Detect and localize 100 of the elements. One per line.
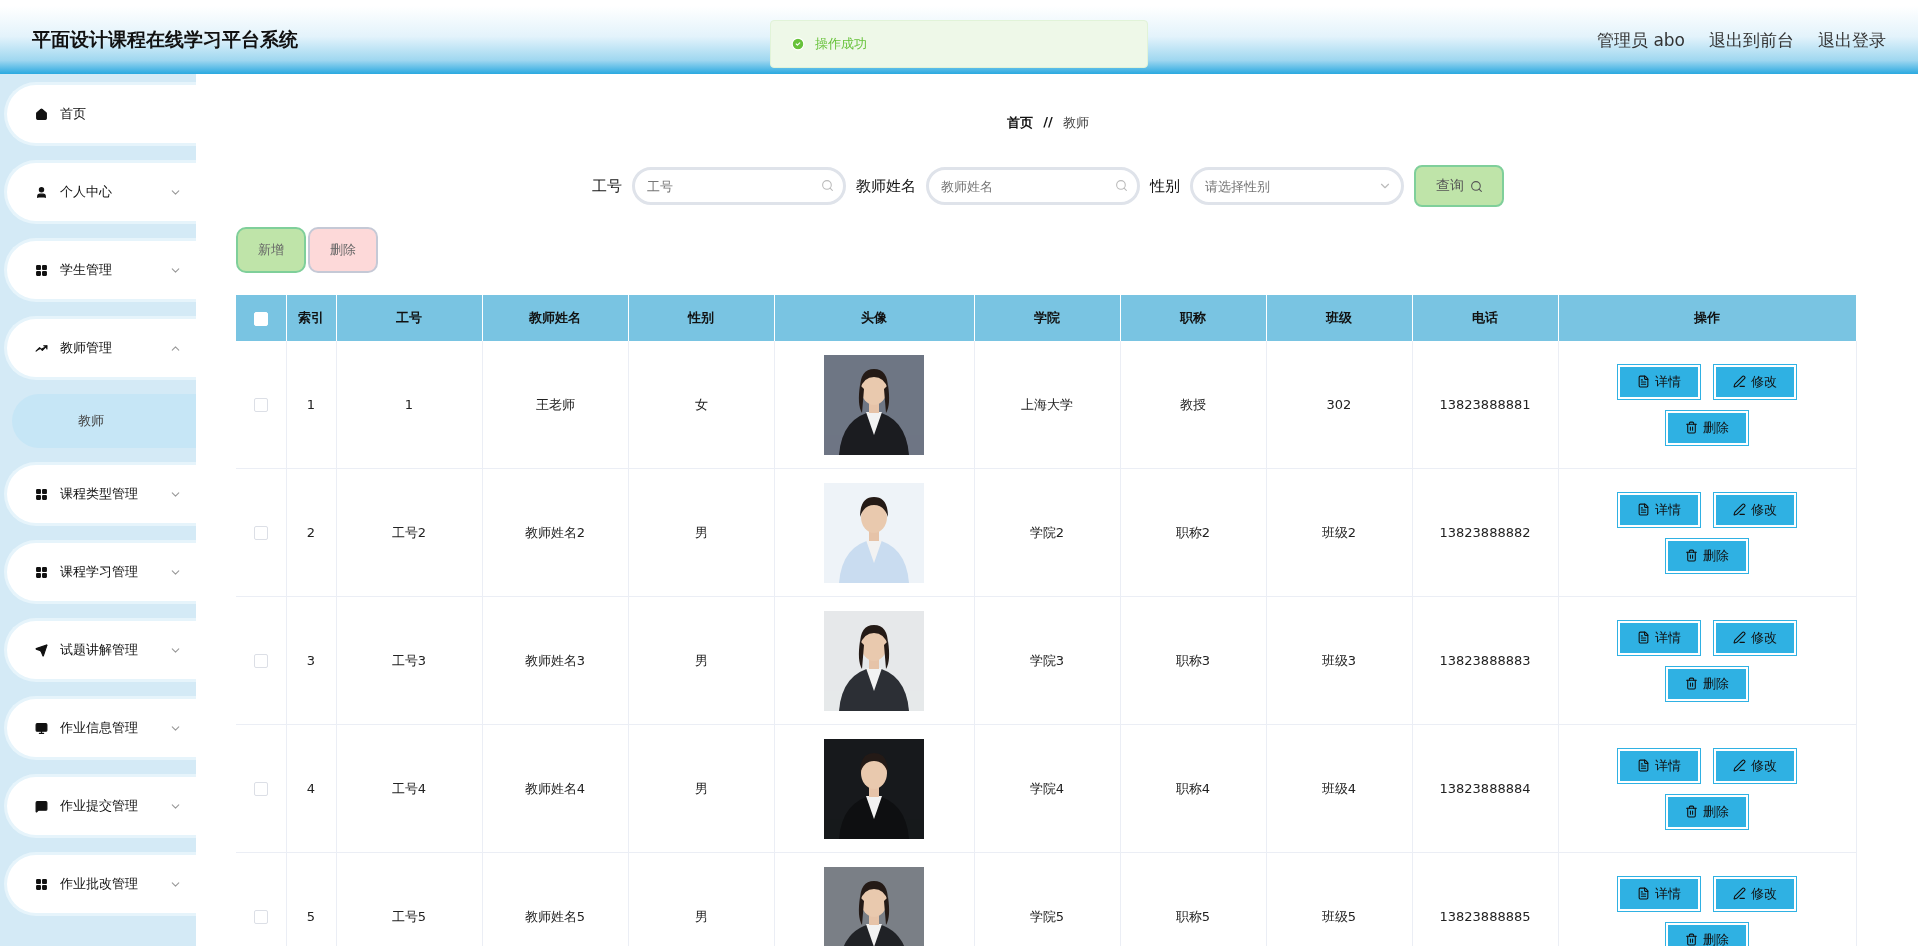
column-header: 电话 [1412,295,1558,341]
row-checkbox[interactable] [253,398,268,413]
sidebar-item[interactable]: 课程类型管理 [4,462,196,526]
select-all-checkbox[interactable] [253,311,268,326]
edit-button[interactable]: 修改 [1714,748,1796,783]
sidebar-item[interactable]: 首页 [4,82,196,146]
user-name: 管理员 abo [1597,28,1685,52]
search-field[interactable]: 教师姓名 [926,167,1140,205]
table-cell: 男 [694,908,708,924]
edit-button[interactable]: 修改 [1714,492,1796,527]
table-cell: 工号5 [391,908,427,924]
sidebar-item[interactable]: 学生管理 [4,238,196,302]
toast-message: 操作成功 [815,35,867,53]
delete-button[interactable]: 删除 [1666,922,1748,946]
breadcrumb-separator: // [1043,114,1053,131]
delete-button[interactable]: 删除 [308,227,378,273]
table-cell: 302 [1326,397,1352,412]
table-cell: 13823888881 [1439,397,1531,412]
table-cell: 教师姓名5 [524,908,586,924]
column-header: 头像 [774,295,974,341]
pen-icon [1733,887,1746,900]
delete-button[interactable]: 删除 [1666,666,1748,701]
row-checkbox[interactable] [253,910,268,925]
document-icon [1637,503,1650,516]
query-button[interactable]: 查询 [1414,165,1504,207]
table-cell: 13823888885 [1439,909,1531,924]
detail-button[interactable]: 详情 [1618,620,1700,655]
select-field[interactable]: 请选择性别 [1190,167,1404,205]
row-checkbox[interactable] [253,654,268,669]
sidebar-item[interactable]: 试题讲解管理 [4,618,196,682]
trash-icon [1685,677,1698,690]
field-label: 工号 [592,176,622,196]
search-icon [1115,179,1128,192]
table-cell: 教师姓名3 [524,652,586,668]
table-cell: 班级3 [1321,652,1357,668]
table-cell: 教师姓名2 [524,524,586,540]
delete-button[interactable]: 删除 [1666,410,1748,445]
table-cell: 上海大学 [1021,396,1073,412]
trash-icon [1685,805,1698,818]
table-cell: 男 [694,780,708,796]
table-cell: 男 [694,652,708,668]
add-button[interactable]: 新增 [236,227,306,273]
table-cell: 3 [306,653,316,668]
trash-icon [1685,549,1698,562]
user-icon [35,185,48,199]
delete-button[interactable]: 删除 [1666,794,1748,829]
document-icon [1637,759,1650,772]
row-checkbox[interactable] [253,782,268,797]
row-checkbox[interactable] [253,526,268,541]
table-cell: 班级4 [1321,780,1357,796]
table-cell: 13823888884 [1439,781,1531,796]
detail-button[interactable]: 详情 [1618,492,1700,527]
table-cell: 13823888882 [1439,525,1531,540]
app-title: 平面设计课程在线学习平台系统 [32,27,298,52]
edit-button[interactable]: 修改 [1714,364,1796,399]
sidebar-subitem[interactable]: 教师 [12,394,196,448]
message-icon [35,799,48,813]
breadcrumb-item[interactable]: 首页 [1007,114,1034,132]
pen-icon [1733,759,1746,772]
column-header: 学院 [974,295,1120,341]
table-cell: 男 [694,524,708,540]
sidebar-item[interactable]: 教师管理 [4,316,196,380]
edit-button[interactable]: 修改 [1714,876,1796,911]
sidebar-item[interactable]: 作业提交管理 [4,774,196,838]
table-cell: 1 [306,397,316,412]
table-cell: 班级5 [1321,908,1357,924]
sidebar-item[interactable]: 个人中心 [4,160,196,224]
table-cell: 职称4 [1175,780,1211,796]
search-field[interactable]: 工号 [632,167,846,205]
column-header: 索引 [286,295,336,341]
sidebar-item[interactable]: 作业信息管理 [4,696,196,760]
header-link[interactable]: 退出到前台 [1709,28,1794,52]
table-cell: 学院5 [1029,908,1065,924]
detail-button[interactable]: 详情 [1618,876,1700,911]
detail-button[interactable]: 详情 [1618,364,1700,399]
document-icon [1637,887,1650,900]
table-cell: 工号3 [391,652,427,668]
sidebar-item[interactable]: 作业批改管理 [4,852,196,916]
table-cell: 王老师 [535,396,575,412]
delete-button[interactable]: 删除 [1666,538,1748,573]
table-cell: 学院2 [1029,524,1065,540]
detail-button[interactable]: 详情 [1618,748,1700,783]
table-cell: 1 [404,397,414,412]
edit-button[interactable]: 修改 [1714,620,1796,655]
grid-icon [35,565,48,579]
table-cell: 13823888883 [1439,653,1531,668]
search-icon [1469,179,1483,193]
trash-icon [1685,421,1698,434]
table-cell: 学院3 [1029,652,1065,668]
document-icon [1637,631,1650,644]
home-icon [35,107,48,121]
table-cell: 职称5 [1175,908,1211,924]
pen-icon [1733,631,1746,644]
table-cell: 工号2 [391,524,427,540]
sidebar-item[interactable]: 课程学习管理 [4,540,196,604]
search-icon [821,179,834,192]
field-label: 性别 [1150,176,1180,196]
table-cell: 5 [306,909,316,924]
table-cell: 学院4 [1029,780,1065,796]
header-link[interactable]: 退出登录 [1818,28,1886,52]
